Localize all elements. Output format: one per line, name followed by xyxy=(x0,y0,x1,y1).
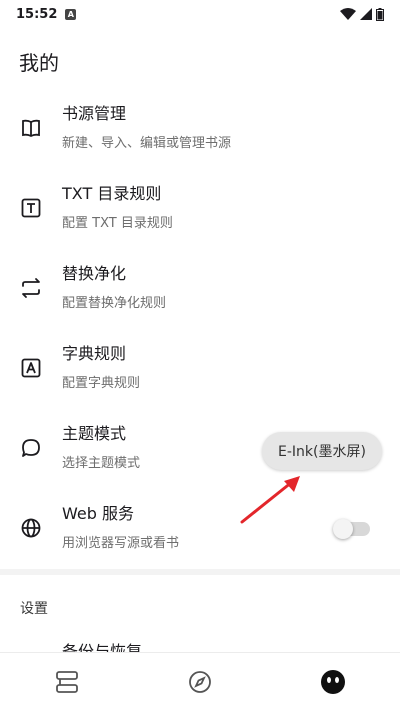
menu-subtitle: 新建、导入、编辑或管理书源 xyxy=(62,136,232,151)
settings-section-header: 设置 xyxy=(20,601,48,617)
annotation-arrow-icon xyxy=(240,476,300,524)
bookshelf-icon xyxy=(55,670,78,693)
face-icon xyxy=(321,669,346,694)
menu-subtitle: 用浏览器写源或看书 xyxy=(62,536,180,551)
menu-title: 书源管理 xyxy=(62,104,127,123)
wifi-icon xyxy=(340,8,356,20)
menu-title: TXT 目录规则 xyxy=(62,184,162,203)
book-open-icon xyxy=(20,117,42,139)
menu-item-book-source[interactable]: 书源管理 新建、导入、编辑或管理书源 xyxy=(0,88,400,168)
menu-item-txt-toc[interactable]: TXT 目录规则 配置 TXT 目录规则 xyxy=(0,168,400,248)
menu-title: 替换净化 xyxy=(62,264,127,283)
speech-bubble-icon xyxy=(20,437,42,459)
menu-item-dict[interactable]: 字典规则 配置字典规则 xyxy=(0,328,400,408)
nav-bookshelf[interactable] xyxy=(37,662,97,702)
swap-arrows-icon xyxy=(20,277,42,299)
signal-icon xyxy=(360,8,372,20)
battery-icon xyxy=(376,7,384,21)
text-box-icon xyxy=(20,197,42,219)
menu-item-backup-restore[interactable]: 备份与恢复 xyxy=(62,640,142,652)
menu-title: 主题模式 xyxy=(62,424,127,443)
page-title: 我的 xyxy=(19,51,59,75)
bottom-nav xyxy=(0,652,400,710)
menu-title: Web 服务 xyxy=(62,504,134,523)
nav-my[interactable] xyxy=(303,662,363,702)
status-time: 15:52 xyxy=(16,6,58,22)
menu-item-web[interactable]: Web 服务 用浏览器写源或看书 xyxy=(0,488,400,568)
nav-discover[interactable] xyxy=(170,662,230,702)
menu-title: 字典规则 xyxy=(62,344,127,363)
toggle-knob xyxy=(333,519,353,539)
menu-list: 书源管理 新建、导入、编辑或管理书源 TXT 目录规则 配置 TXT 目录规则 … xyxy=(0,88,400,568)
menu-item-replace[interactable]: 替换净化 配置替换净化规则 xyxy=(0,248,400,328)
menu-subtitle: 配置 TXT 目录规则 xyxy=(62,216,173,231)
status-bar: 15:52 A xyxy=(0,0,400,28)
menu-subtitle: 配置替换净化规则 xyxy=(62,296,167,311)
notification-icon: A xyxy=(65,8,77,20)
letter-a-box-icon xyxy=(20,357,42,379)
menu-subtitle: 选择主题模式 xyxy=(62,456,141,471)
theme-mode-chip[interactable]: E-Ink(墨水屏) xyxy=(262,432,382,470)
section-divider xyxy=(0,569,400,575)
status-icons xyxy=(340,7,384,21)
compass-icon xyxy=(189,670,211,693)
menu-subtitle: 配置字典规则 xyxy=(62,376,141,391)
globe-icon xyxy=(20,517,42,539)
web-service-toggle[interactable] xyxy=(333,519,370,539)
